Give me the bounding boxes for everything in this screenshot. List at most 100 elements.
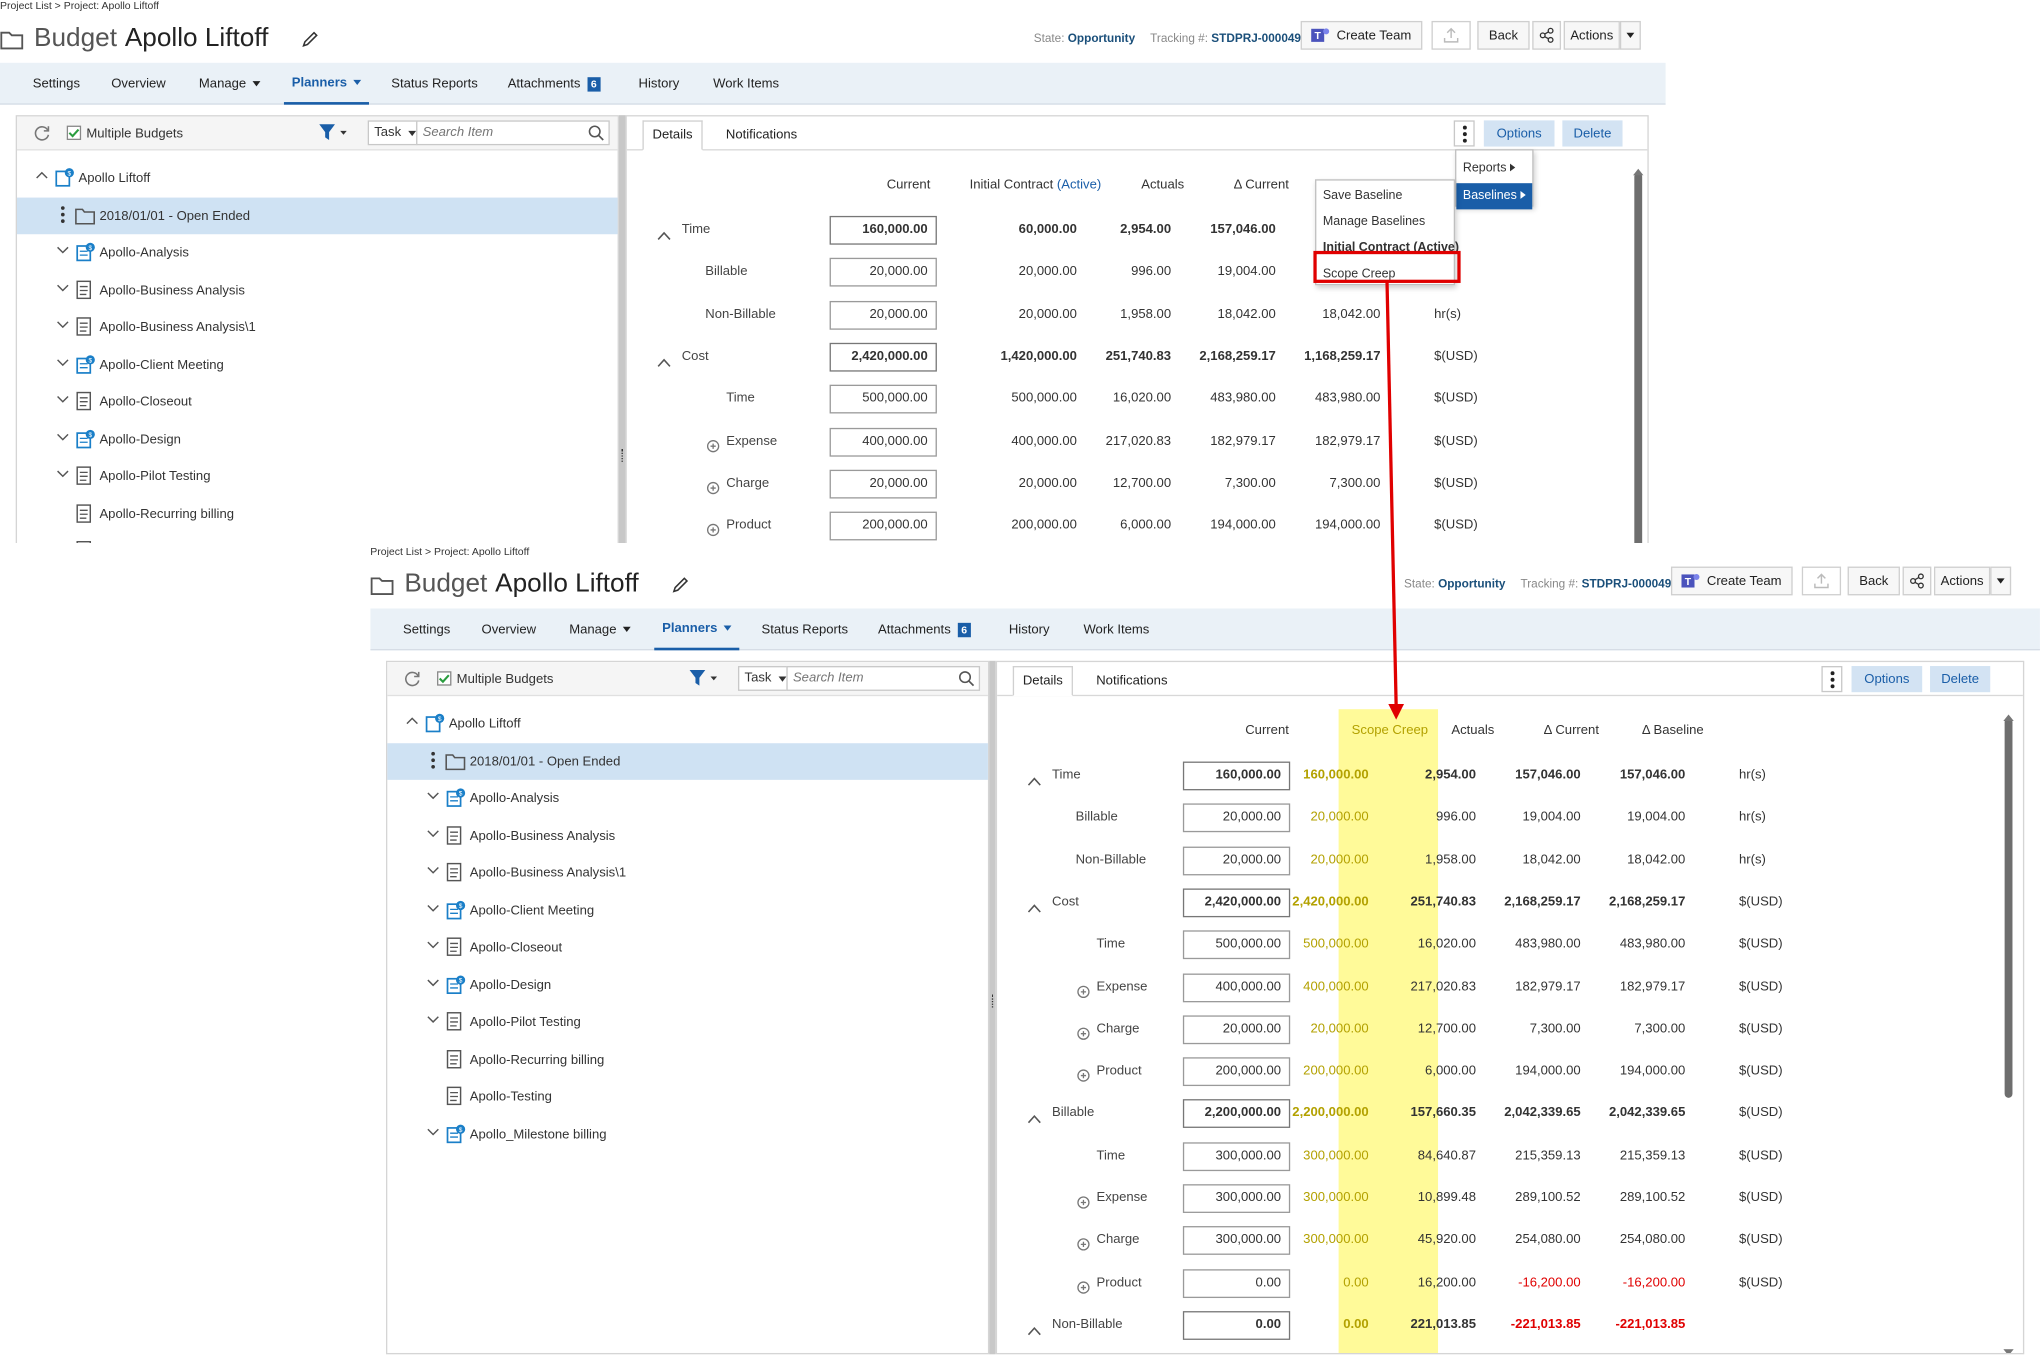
tree-item[interactable]: $ Apollo-Design (17, 421, 618, 458)
chevron-down-icon[interactable] (56, 394, 69, 408)
tree-item[interactable]: $ Apollo-Client Meeting (17, 346, 618, 383)
scroll-down-arrow-icon[interactable] (2003, 1340, 2014, 1353)
options-button[interactable]: Options (1851, 666, 1923, 693)
current-value-input[interactable]: 200,000.00 (829, 511, 937, 541)
share-export-button[interactable] (1801, 566, 1842, 596)
current-value-input[interactable]: 20,000.00 (1182, 1015, 1291, 1044)
tab-work-items[interactable]: Work Items (1083, 608, 1149, 650)
item-type-select[interactable]: Task (367, 120, 418, 146)
chevron-down-icon[interactable] (56, 245, 69, 259)
search-input[interactable] (786, 666, 981, 691)
share-button[interactable] (1902, 566, 1932, 596)
tab-notifications[interactable]: Notifications (713, 120, 810, 150)
search-icon[interactable] (958, 670, 975, 694)
collapse-chevron-up-icon[interactable] (657, 224, 671, 248)
collapse-chevron-up-icon[interactable] (657, 351, 671, 375)
chevron-down-icon[interactable] (427, 977, 440, 991)
chevron-down-icon[interactable] (427, 790, 440, 804)
current-value-input[interactable]: 20,000.00 (829, 258, 937, 287)
current-value-input[interactable]: 200,000.00 (1182, 1057, 1291, 1087)
kebab-menu-icon[interactable] (430, 750, 435, 772)
tab-planners[interactable]: Planners (654, 608, 740, 651)
tree-item[interactable]: 2018/01/01 - Open Ended (17, 196, 618, 234)
refresh-icon[interactable] (403, 670, 421, 695)
menu-item-reports[interactable]: Reports (1456, 157, 1532, 181)
chevron-down-icon[interactable] (56, 357, 69, 371)
more-options-kebab-icon[interactable] (1453, 120, 1475, 147)
details-scrollbar[interactable] (2004, 718, 2013, 1098)
more-options-kebab-icon[interactable] (1821, 666, 1843, 693)
current-value-input[interactable]: 160,000.00 (1182, 761, 1291, 791)
back-button[interactable]: Back (1847, 566, 1900, 596)
expand-plus-icon[interactable] (1077, 1234, 1090, 1258)
search-input[interactable] (416, 120, 610, 146)
expand-plus-icon[interactable] (706, 435, 720, 459)
actions-button[interactable]: Actions (1563, 20, 1620, 50)
tree-item[interactable]: $ Apollo-Design (387, 966, 988, 1003)
chevron-down-icon[interactable] (427, 1126, 440, 1140)
delete-button[interactable]: Delete (1930, 666, 1991, 693)
tab-planners[interactable]: Planners (283, 63, 370, 105)
chevron-up-icon[interactable] (406, 716, 419, 730)
expand-plus-icon[interactable] (706, 477, 720, 501)
tree-item[interactable]: $ Apollo-Client Meeting (387, 892, 988, 929)
current-value-input[interactable]: 500,000.00 (1182, 930, 1291, 960)
chevron-down-icon[interactable] (427, 902, 440, 916)
collapse-chevron-up-icon[interactable] (1027, 769, 1041, 793)
menu-item-scope-creep[interactable]: Scope Creep (1316, 263, 1453, 287)
tab-status-reports[interactable]: Status Reports (762, 608, 849, 650)
delete-button[interactable]: Delete (1562, 120, 1623, 147)
expand-plus-icon[interactable] (1077, 1277, 1090, 1301)
collapse-chevron-up-icon[interactable] (1027, 1319, 1041, 1343)
tree-item[interactable]: $ Apollo-Analysis (387, 780, 988, 817)
chevron-down-icon[interactable] (427, 865, 440, 879)
menu-item-baselines[interactable]: Baselines (1456, 183, 1533, 210)
multiple-budgets-checkbox[interactable] (66, 125, 82, 141)
current-value-input[interactable]: 20,000.00 (1182, 803, 1291, 833)
edit-pencil-icon[interactable] (301, 30, 319, 55)
current-value-input[interactable]: 160,000.00 (829, 215, 937, 245)
tab-history[interactable]: History (639, 63, 680, 105)
menu-item-save-baseline[interactable]: Save Baseline (1316, 184, 1453, 208)
current-value-input[interactable]: 2,200,000.00 (1182, 1099, 1291, 1129)
tree-item[interactable]: $ Apollo Liftoff (387, 705, 988, 742)
tab-notifications[interactable]: Notifications (1083, 666, 1180, 696)
current-value-input[interactable]: 20,000.00 (829, 300, 937, 330)
actions-dropdown-button[interactable] (1990, 566, 2012, 596)
tree-item[interactable]: Apollo-Pilot Testing (17, 458, 618, 495)
current-value-input[interactable]: 400,000.00 (829, 427, 937, 457)
tab-manage[interactable]: Manage (199, 63, 261, 105)
breadcrumb[interactable]: Project List > Project: Apollo Liftoff (0, 0, 159, 12)
tab-attachments[interactable]: Attachments 6 (508, 63, 601, 105)
current-value-input[interactable]: 300,000.00 (1182, 1226, 1291, 1256)
tree-item[interactable]: Apollo-Business Analysis\1 (17, 309, 618, 346)
tree-item[interactable]: Apollo-Closeout (17, 383, 618, 420)
current-value-input[interactable]: 20,000.00 (1182, 846, 1291, 875)
breadcrumb[interactable]: Project List > Project: Apollo Liftoff (370, 546, 529, 558)
tree-item[interactable]: Apollo-Testing (17, 533, 618, 544)
collapse-chevron-up-icon[interactable] (1027, 1108, 1041, 1132)
tree-item[interactable]: 2018/01/01 - Open Ended (387, 742, 988, 780)
actions-button[interactable]: Actions (1933, 566, 1991, 596)
create-team-button[interactable]: T Create Team (1300, 20, 1423, 50)
chevron-down-icon[interactable] (56, 431, 69, 445)
chevron-down-icon[interactable] (56, 319, 69, 333)
tree-item[interactable]: Apollo-Closeout (387, 929, 988, 966)
tree-item[interactable]: Apollo-Testing (387, 1078, 988, 1115)
current-value-input[interactable]: 0.00 (1182, 1310, 1291, 1340)
refresh-icon[interactable] (33, 124, 51, 149)
chevron-down-icon[interactable] (56, 282, 69, 296)
current-value-input[interactable]: 20,000.00 (829, 469, 937, 499)
current-value-input[interactable]: 2,420,000.00 (1182, 888, 1291, 918)
item-type-select[interactable]: Task (737, 666, 788, 691)
current-value-input[interactable]: 500,000.00 (829, 384, 937, 414)
menu-item-manage-baselines[interactable]: Manage Baselines (1316, 211, 1453, 235)
chevron-down-icon[interactable] (427, 940, 440, 954)
share-button[interactable] (1532, 20, 1562, 50)
actions-dropdown-button[interactable] (1619, 20, 1641, 50)
tab-overview[interactable]: Overview (482, 608, 537, 650)
tab-manage[interactable]: Manage (569, 608, 631, 650)
tree-item[interactable]: Apollo-Business Analysis (17, 272, 618, 309)
expand-plus-icon[interactable] (1077, 1192, 1090, 1216)
scroll-up-arrow-icon[interactable] (1633, 158, 1644, 182)
